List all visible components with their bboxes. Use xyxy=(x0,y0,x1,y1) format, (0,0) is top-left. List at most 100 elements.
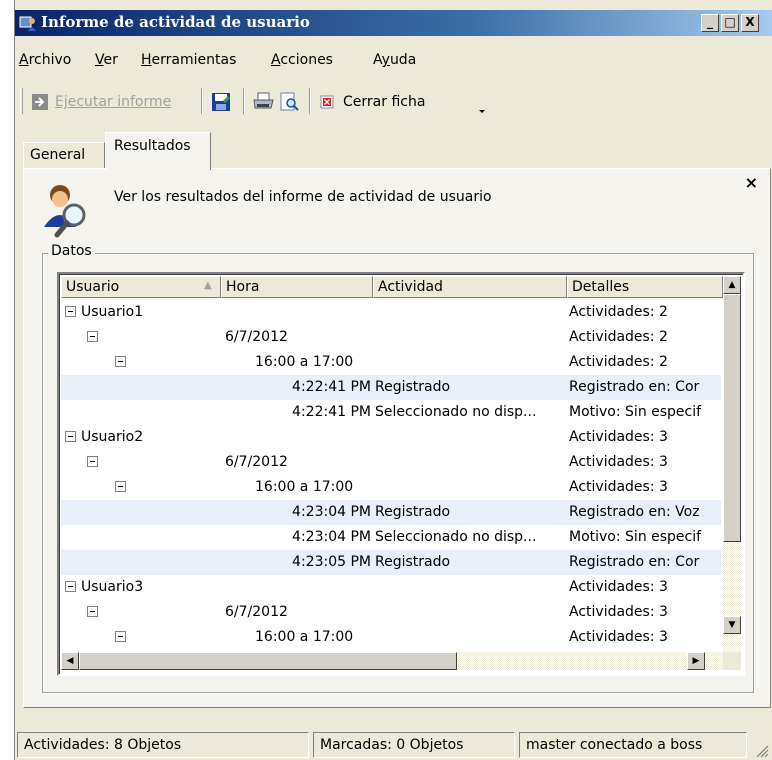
collapse-icon[interactable] xyxy=(87,456,98,467)
cell-usuario: Usuario1 xyxy=(81,304,144,320)
menu-ayuda[interactable]: Ayuda xyxy=(373,52,416,68)
cell-detalles: Actividades: 3 xyxy=(569,429,668,445)
menu-archivo[interactable]: Archivo xyxy=(19,52,71,68)
vertical-scrollbar[interactable]: ▲ ▼ xyxy=(723,276,741,652)
list-row[interactable]: 16:00 a 17:00 Actividades: 3 xyxy=(61,475,721,500)
cell-usuario: Usuario2 xyxy=(81,429,144,445)
collapse-icon[interactable] xyxy=(115,481,126,492)
scroll-right-button[interactable]: ▶ xyxy=(687,652,705,670)
toolbar-separator xyxy=(309,88,311,114)
cell-hora: 16:00 a 17:00 xyxy=(255,479,354,495)
list-row[interactable]: 6/7/2012 Actividades: 3 xyxy=(61,450,721,475)
collapse-icon[interactable] xyxy=(65,306,76,317)
collapse-icon[interactable] xyxy=(115,356,126,367)
close-button[interactable]: X xyxy=(741,14,759,32)
menu-acciones[interactable]: Acciones xyxy=(271,52,333,68)
data-group-label: Datos xyxy=(48,243,95,259)
cell-hora: 6/7/2012 xyxy=(225,454,288,470)
list-row[interactable]: 4:23:04 PM Registrado Registrado en: Voz xyxy=(61,500,721,525)
menu-ver[interactable]: Ver xyxy=(95,52,118,68)
scroll-up-button[interactable]: ▲ xyxy=(723,276,741,294)
title-bar[interactable]: Informe de actividad de usuario _ □ X xyxy=(15,10,772,36)
run-report-button[interactable]: Ejecutar informe xyxy=(31,90,171,114)
list-row[interactable]: Usuario1 Actividades: 2 xyxy=(61,300,721,325)
list-row[interactable]: 16:00 a 17:00 Actividades: 2 xyxy=(61,350,721,375)
cell-detalles: Actividades: 2 xyxy=(569,304,668,320)
arrow-left-icon: ◀ xyxy=(66,656,74,666)
status-connection: master conectado a boss xyxy=(519,732,747,758)
cell-detalles: Actividades: 3 xyxy=(569,629,668,645)
list-row[interactable]: Usuario2 Actividades: 3 xyxy=(61,425,721,450)
tab-resultados[interactable]: Resultados xyxy=(105,132,211,170)
list-row[interactable]: 16:00 a 17:00 Actividades: 3 xyxy=(61,625,721,650)
cell-actividad: Registrado xyxy=(375,554,451,570)
user-search-icon xyxy=(44,185,86,238)
cell-actividad: Seleccionado no disp... xyxy=(375,404,537,420)
column-header-hora[interactable]: Hora xyxy=(221,276,373,298)
column-header-actividad[interactable]: Actividad xyxy=(373,276,567,298)
scroll-left-button[interactable]: ◀ xyxy=(61,652,79,670)
arrow-right-icon: ▶ xyxy=(692,656,700,666)
cell-hora: 4:23:05 PM xyxy=(292,554,371,570)
vertical-scroll-thumb[interactable] xyxy=(723,294,741,542)
toolbar-separator xyxy=(201,88,203,114)
list-row[interactable]: 4:23:05 PM Registrado Registrado en: Cor xyxy=(61,550,721,575)
status-activities: Actividades: 8 Objetos xyxy=(17,732,309,758)
cell-detalles: Actividades: 2 xyxy=(569,354,668,370)
scrollbar-corner xyxy=(723,652,741,670)
collapse-icon[interactable] xyxy=(65,581,76,592)
cell-usuario: Usuario3 xyxy=(81,579,144,595)
app-icon xyxy=(19,16,36,31)
menu-herramientas[interactable]: Herramientas xyxy=(141,52,236,68)
save-button[interactable] xyxy=(211,90,231,114)
report-window: Informe de actividad de usuario _ □ X Ar… xyxy=(14,0,772,760)
close-icon[interactable]: × xyxy=(745,173,758,192)
cell-hora: 4:22:41 PM xyxy=(292,404,371,420)
list-row[interactable]: 6/7/2012 Actividades: 3 xyxy=(61,600,721,625)
cell-detalles: Actividades: 3 xyxy=(569,479,668,495)
resize-grip-icon[interactable] xyxy=(753,742,769,758)
collapse-icon[interactable] xyxy=(115,631,126,642)
cell-hora: 16:00 a 17:00 xyxy=(255,354,354,370)
cell-detalles: Motivo: Sin especif xyxy=(569,529,702,545)
list-row[interactable]: 4:22:41 PM Seleccionado no disp... Motivo:… xyxy=(61,400,721,425)
toolbar-overflow-button[interactable] xyxy=(477,96,487,120)
list-row[interactable]: 4:23:04 PM Seleccionado no disp... Motivo:… xyxy=(61,525,721,550)
cell-detalles: Registrado en: Voz xyxy=(569,504,700,520)
maximize-button[interactable]: □ xyxy=(721,14,739,32)
collapse-icon[interactable] xyxy=(87,606,98,617)
list-row[interactable]: 4:22:41 PM Registrado Registrado en: Cor xyxy=(61,375,721,400)
horizontal-scroll-thumb[interactable] xyxy=(79,652,457,670)
print-preview-button[interactable] xyxy=(279,90,299,114)
status-bar: Actividades: 8 Objetos Marcadas: 0 Objet… xyxy=(15,728,772,760)
cell-detalles: Actividades: 3 xyxy=(569,604,668,620)
list-row[interactable]: 6/7/2012 Actividades: 2 xyxy=(61,325,721,350)
cell-detalles: Actividades: 3 xyxy=(569,454,668,470)
cell-actividad: Registrado xyxy=(375,504,451,520)
panel-description: Ver los resultados del informe de activi… xyxy=(114,189,492,205)
window-title: Informe de actividad de usuario xyxy=(41,13,310,31)
close-tab-icon xyxy=(320,95,334,109)
cell-detalles: Actividades: 3 xyxy=(569,579,668,595)
cell-hora: 16:00 a 17:00 xyxy=(255,629,354,645)
close-tab-button[interactable]: Cerrar ficha xyxy=(319,90,425,114)
toolbar: Ejecutar informe Cerrar ficha xyxy=(15,86,772,118)
tab-general[interactable]: General xyxy=(23,142,105,168)
cell-hora: 4:23:04 PM xyxy=(292,529,371,545)
horizontal-scrollbar[interactable]: ◀ ▶ xyxy=(61,652,723,670)
list-row[interactable]: Usuario3 Actividades: 3 xyxy=(61,575,721,600)
cell-detalles: Motivo: Sin especif xyxy=(569,404,702,420)
cell-actividad: Seleccionado no disp... xyxy=(375,529,537,545)
overflow-chevron-icon xyxy=(479,110,485,113)
toolbar-grip[interactable] xyxy=(20,88,23,114)
column-header-usuario[interactable]: Usuario ▲ xyxy=(61,276,221,298)
collapse-icon[interactable] xyxy=(65,431,76,442)
column-header-detalles[interactable]: Detalles xyxy=(567,276,723,298)
collapse-icon[interactable] xyxy=(87,331,98,342)
print-button[interactable] xyxy=(253,90,275,114)
minimize-button[interactable]: _ xyxy=(701,14,719,32)
cell-actividad: Registrado xyxy=(375,379,451,395)
activity-list[interactable]: Usuario ▲ Hora Actividad Detalles Usuari… xyxy=(57,272,745,676)
scroll-down-button[interactable]: ▼ xyxy=(723,616,741,634)
cell-hora: 6/7/2012 xyxy=(225,604,288,620)
